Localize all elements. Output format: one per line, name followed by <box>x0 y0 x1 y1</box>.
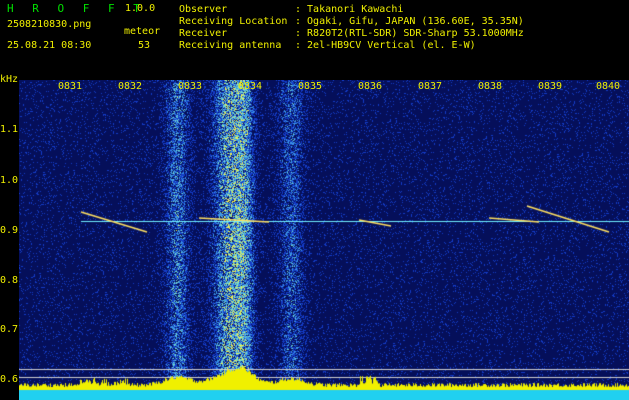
meteor-label: meteor <box>124 26 161 37</box>
spectrogram-canvas <box>19 80 629 400</box>
file-name: 2508210830.png <box>7 19 92 30</box>
freq-tick: 0.8 <box>0 275 19 286</box>
info-value-location: : Ogaki, Gifu, JAPAN (136.60E, 35.35N) <box>295 16 524 27</box>
time-tick: 0837 <box>418 81 443 92</box>
freq-tick: 0.6 <box>0 374 19 385</box>
freq-unit-label: kHz <box>0 74 19 85</box>
time-tick: 0834 <box>238 81 263 92</box>
time-tick: 0838 <box>478 81 503 92</box>
info-value-antenna: : 2el-HB9CV Vertical (el. E-W) <box>295 40 476 51</box>
info-key-observer: Observer <box>179 4 228 15</box>
info-key-location: Receiving Location <box>179 16 288 27</box>
freq-tick: 1.0 <box>0 175 19 186</box>
hroft-display: H R O F F T 1.0.0 2508210830.png meteor … <box>0 0 629 400</box>
info-value-observer: : Takanori Kawachi <box>295 4 404 15</box>
time-tick: 0839 <box>538 81 563 92</box>
time-tick: 0831 <box>58 81 83 92</box>
time-tick: 0832 <box>118 81 143 92</box>
freq-tick: 0.7 <box>0 324 19 335</box>
info-key-antenna: Receiving antenna <box>179 40 282 51</box>
info-value-receiver: : R820T2(RTL-SDR) SDR-Sharp 53.1000MHz <box>295 28 524 39</box>
freq-tick: 0.9 <box>0 225 19 236</box>
time-tick: 0835 <box>298 81 323 92</box>
freq-tick: 1.1 <box>0 124 19 135</box>
time-tick: 0840 <box>596 81 621 92</box>
date-time: 25.08.21 08:30 <box>7 40 92 51</box>
info-key-receiver: Receiver <box>179 28 228 39</box>
meteor-count: 53 <box>138 40 151 51</box>
time-tick: 0836 <box>358 81 383 92</box>
time-tick: 0833 <box>178 81 203 92</box>
app-version: 1.0.0 <box>125 3 156 14</box>
